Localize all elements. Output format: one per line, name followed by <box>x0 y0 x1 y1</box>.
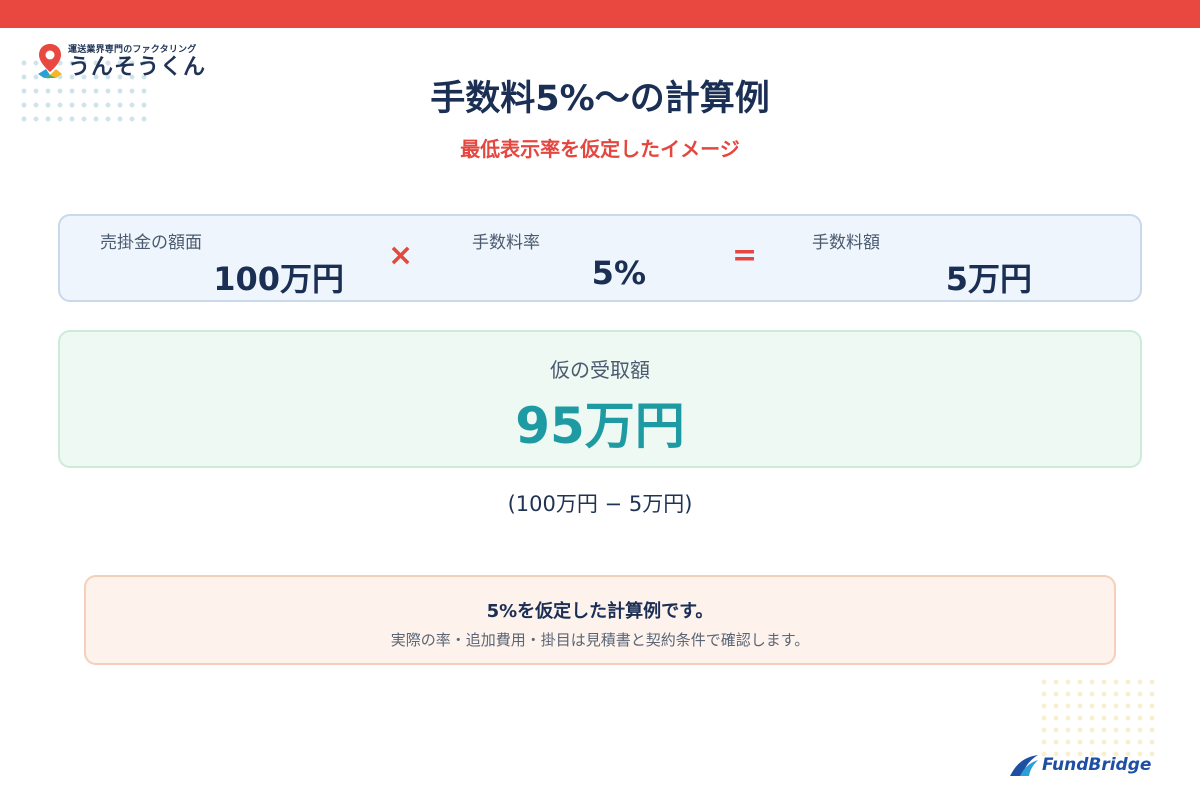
top-accent-bar <box>0 0 1200 28</box>
dot-pattern-decoration <box>1038 676 1158 758</box>
page-title: 手数料5%〜の計算例 <box>430 79 770 119</box>
receivable-label: 売掛金の額面 <box>100 233 202 253</box>
disclaimer-title: 5%を仮定した計算例です。 <box>486 601 714 622</box>
receivable-value: 100万円 <box>213 260 344 298</box>
fee-label: 手数料額 <box>812 233 880 253</box>
fee-formula-panel: 売掛金の額面 100万円 × 手数料率 5% = 手数料額 5万円 <box>58 214 1142 302</box>
disclaimer-panel: 5%を仮定した計算例です。 実際の率・追加費用・掛目は見積書と契約条件で確認しま… <box>84 575 1116 665</box>
fundbridge-wave-icon <box>1010 755 1038 776</box>
logo-tagline: 運送業界専門のファクタリング <box>68 45 197 55</box>
rate-value: 5% <box>591 254 646 292</box>
rate-label: 手数料率 <box>472 233 540 253</box>
multiply-icon: × <box>388 238 414 273</box>
net-amount-value: 95万円 <box>515 397 685 455</box>
fundbridge-name: FundBridge <box>1042 755 1152 775</box>
equals-icon: = <box>732 238 758 273</box>
net-amount-panel: 仮の受取額 95万円 <box>58 330 1142 468</box>
fundbridge-logo: FundBridge <box>1008 752 1151 778</box>
calculation-note: (100万円 − 5万円) <box>507 492 693 516</box>
net-amount-label: 仮の受取額 <box>550 358 650 382</box>
page-subtitle: 最低表示率を仮定したイメージ <box>460 137 740 161</box>
fee-value: 5万円 <box>945 260 1032 298</box>
disclaimer-body: 実際の率・追加費用・掛目は見積書と契約条件で確認します。 <box>390 631 810 649</box>
